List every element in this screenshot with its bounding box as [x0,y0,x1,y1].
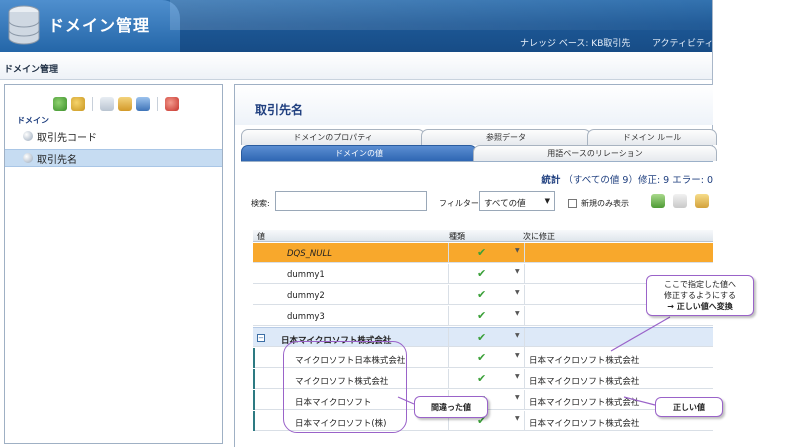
cell-type[interactable]: ✔▼ [449,369,525,389]
tab-domain-properties[interactable]: ドメインのプロパティ [241,129,425,145]
app-header: ドメイン管理 ナレッジ ベース: KB取引先 アクティビティ: [0,0,712,52]
column-header-type[interactable]: 種類 [449,231,465,242]
cell-correct-to[interactable] [525,243,713,263]
detail-title-bar: 取引先名 [235,85,713,125]
breadcrumb: ドメイン管理 [4,65,59,75]
callout-correction-note: ここで指定した値へ 修正するようにする → 正しい値へ変換 [646,275,754,316]
cell-type[interactable]: ✔▼ [449,285,525,305]
table-row[interactable]: DQS_NULL ✔ ▼ [253,243,713,263]
new-only-label: 新規のみ表示 [581,199,629,208]
chevron-down-icon[interactable]: ▼ [515,332,520,339]
cell-type[interactable]: ✔▼ [449,243,525,263]
chevron-down-icon[interactable]: ▼ [515,310,520,317]
column-header-value[interactable]: 値 [257,231,265,242]
cell-value: dummy3 [253,306,449,326]
database-icon [8,5,40,45]
copy-icon[interactable] [100,97,114,111]
breadcrumb-bar: ドメイン管理 [0,52,712,80]
check-icon: ✔ [477,246,487,259]
grid-action-toolbar [651,194,709,208]
table-row[interactable]: dummy2 ✔ ▼ [253,285,713,305]
callout-line: ここで指定した値へ [664,280,736,289]
check-icon: ✔ [477,309,487,322]
page-title: 取引先名 [255,103,304,117]
tab-domain-rules[interactable]: ドメイン ルール [587,129,717,145]
chevron-down-icon[interactable]: ▼ [515,415,520,422]
app-title: ドメイン管理 [48,16,151,35]
check-icon: ✔ [477,331,487,344]
publish-icon[interactable] [136,97,150,111]
tab-reference-data[interactable]: 参照データ [421,129,591,145]
add-value-icon[interactable] [651,194,665,208]
import-domain-icon[interactable] [71,97,85,111]
wrong-values-highlight [283,341,407,433]
domain-bullet-icon [23,131,33,141]
chevron-down-icon[interactable]: ▼ [515,268,520,275]
domain-item-customer-name[interactable]: 取引先名 [5,149,222,167]
check-icon: ✔ [477,351,487,364]
chevron-down-icon[interactable]: ▼ [515,394,520,401]
filter-value: すべての値 [484,199,526,209]
callout-wrong-values: 間違った値 [414,396,488,418]
filter-label: フィルター: [439,199,482,208]
cell-value: DQS_NULL [253,243,449,263]
cell-correct-to[interactable] [525,328,713,348]
header-highlight [170,0,712,30]
table-row[interactable]: dummy1 ✔ ▼ [253,264,713,284]
tab-domain-values[interactable]: ドメインの値 [241,145,477,161]
cell-value: dummy1 [253,264,449,284]
table-row[interactable]: dummy3 ✔ ▼ [253,306,713,326]
search-input[interactable] [275,191,427,211]
cell-type[interactable]: ✔▼ [449,348,525,368]
export-icon[interactable] [118,97,132,111]
cell-correct-to[interactable]: 日本マイクロソフト株式会社 [525,348,713,368]
domain-list-panel: ドメイン 取引先コード 取引先名 [4,84,223,444]
domain-item-customer-code[interactable]: 取引先コード [5,127,222,145]
check-icon: ✔ [477,288,487,301]
chevron-down-icon[interactable]: ▼ [515,352,520,359]
domain-toolbar [53,97,179,111]
filter-dropdown[interactable]: すべての値 ▼ [479,191,555,211]
toolbar-divider [92,97,93,111]
domain-bullet-icon [23,153,33,163]
delete-icon[interactable] [165,97,179,111]
domain-item-label: 取引先名 [37,154,77,166]
search-label: 検索: [251,199,270,208]
domain-item-label: 取引先コード [37,132,97,144]
column-header-correct-to[interactable]: 次に修正 [523,231,555,242]
create-domain-icon[interactable] [53,97,67,111]
domain-label: ドメイン [17,116,49,125]
tab-term-relations[interactable]: 用語ベースのリレーション [473,145,717,161]
cell-type[interactable]: ✔▼ [449,264,525,284]
new-only-checkbox[interactable] [568,199,577,208]
cell-type[interactable]: ✔▼ [449,306,525,326]
check-icon: ✔ [477,372,487,385]
new-only-toggle[interactable]: 新規のみ表示 [568,198,629,209]
chevron-down-icon[interactable]: ▼ [515,289,520,296]
tab-row-bottom: ドメインの値 用語ベースのリレーション [241,145,717,161]
cell-type[interactable]: ✔▼ [449,328,525,348]
statistics-summary: 統計 （すべての値 9）修正: 9 エラー: 0 [541,172,713,186]
activity-label: アクティビティ: [652,39,712,49]
chevron-down-icon[interactable]: ▼ [515,247,520,254]
check-icon: ✔ [477,267,487,280]
delete-value-icon[interactable] [673,194,687,208]
callout-line: 修正するようにする [663,291,737,300]
chevron-down-icon[interactable]: ▼ [515,373,520,380]
callout-correct-value: 正しい値 [655,397,723,417]
toolbar-divider [157,97,158,111]
cell-correct-to[interactable]: 日本マイクロソフト株式会社 [525,369,713,389]
chevron-down-icon: ▼ [544,197,550,205]
statistics-detail: （すべての値 9）修正: 9 エラー: 0 [563,175,713,186]
statistics-title: 統計 [541,175,561,186]
cell-value: dummy2 [253,285,449,305]
tab-row-top: ドメインのプロパティ 参照データ ドメイン ルール [241,129,717,145]
knowledge-base-status: ナレッジ ベース: KB取引先 [520,39,631,49]
callout-line: → 正しい値へ変換 [667,302,733,311]
grid-header: 値 種類 次に修正 [253,230,713,242]
set-synonym-icon[interactable] [695,194,709,208]
